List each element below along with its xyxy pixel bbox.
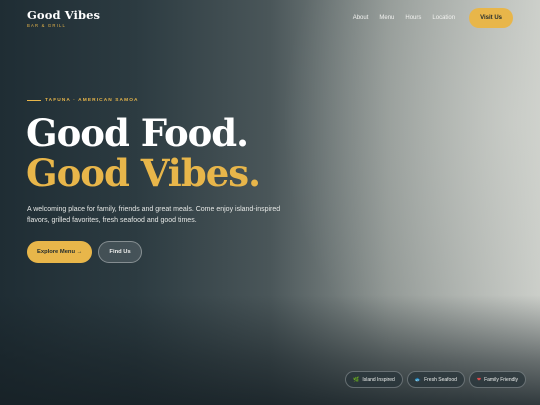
site-header: Good Vibes BAR & GRILL About Menu Hours … [0,0,540,36]
fish-icon: 🐟 [414,376,422,383]
logo-name: Good Vibes [27,8,101,22]
badge-fresh-seafood: 🐟 Fresh Seafood [406,371,465,388]
badge-label: Fresh Seafood [424,376,457,383]
logo-tagline: BAR & GRILL [27,23,67,28]
badge-family-friendly: ❤ Family Friendly [468,371,526,388]
nav-link-location[interactable]: Location [432,15,455,21]
logo[interactable]: Good Vibes BAR & GRILL [27,8,100,28]
visit-us-button[interactable]: Visit Us [469,8,513,28]
headline-line-1: Good Food. [26,111,249,155]
leaf-icon: 🌿 [353,376,360,383]
hero-bottom-overlay [0,295,540,405]
badge-label: Family Friendly [484,376,518,383]
explore-menu-button[interactable]: Explore Menu → [27,241,93,263]
feature-badges: 🌿 Island Inspired 🐟 Fresh Seafood ❤ Fami… [341,371,526,388]
badge-island-inspired: 🌿 Island Inspired [345,371,403,388]
hero-headline: Good Food. Good Vibes. [26,111,261,195]
nav-link-hours[interactable]: Hours [405,15,421,21]
badge-label: Island Inspired [362,376,395,383]
eyebrow-divider [27,100,41,101]
hero-cta-row: Explore Menu → Find Us [27,241,142,263]
find-us-button[interactable]: Find Us [98,241,142,263]
eyebrow-text: TAFUNA · AMERICAN SAMOA [45,98,139,103]
nav-link-about[interactable]: About [353,15,369,21]
main-nav: About Menu Hours Location Visit Us [353,8,513,28]
hero-intro: A welcoming place for family, friends an… [27,206,281,224]
nav-link-menu[interactable]: Menu [379,15,394,21]
hero-eyebrow: TAFUNA · AMERICAN SAMOA [27,98,139,103]
heart-icon: ❤ [476,376,482,383]
headline-line-2: Good Vibes. [26,151,261,195]
